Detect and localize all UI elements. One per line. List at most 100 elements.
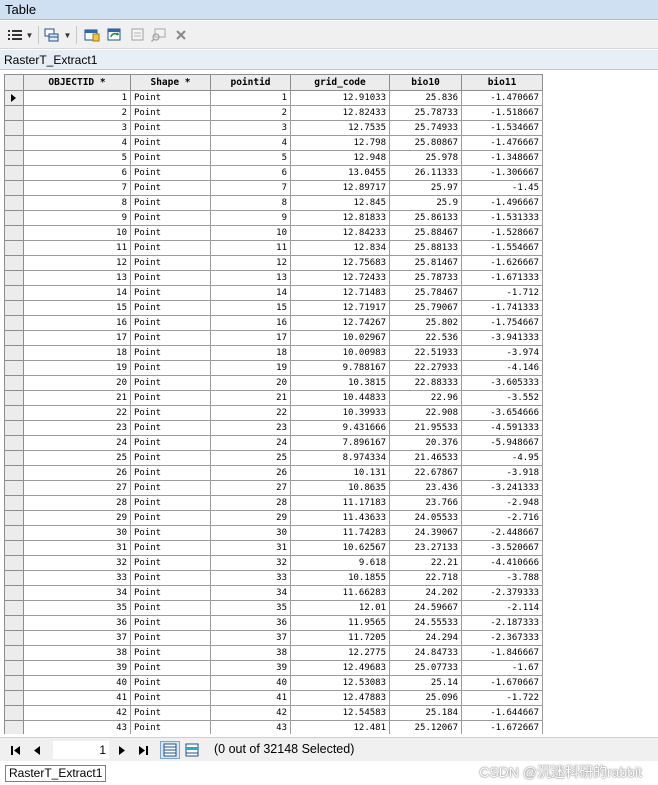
- cell-bio10[interactable]: 22.27933: [389, 360, 462, 376]
- cell-shape[interactable]: Point: [130, 585, 211, 601]
- cell-objectid[interactable]: 34: [23, 585, 131, 601]
- cell-objectid[interactable]: 6: [23, 165, 131, 181]
- table-row[interactable]: 34 Point 34 11.66283 24.202 -2.379333: [4, 585, 543, 601]
- table-row[interactable]: 27 Point 27 10.8635 23.436 -3.241333: [4, 480, 543, 496]
- cell-bio11[interactable]: -1.348667: [461, 150, 543, 166]
- row-selector[interactable]: [4, 645, 24, 661]
- table-row[interactable]: 43 Point 43 12.481 25.12067 -1.672667: [4, 720, 543, 734]
- cell-objectid[interactable]: 5: [23, 150, 131, 166]
- table-row[interactable]: 22 Point 22 10.39933 22.908 -3.654666: [4, 405, 543, 421]
- cell-objectid[interactable]: 4: [23, 135, 131, 151]
- cell-shape[interactable]: Point: [130, 705, 211, 721]
- cell-shape[interactable]: Point: [130, 690, 211, 706]
- column-header-pointid[interactable]: pointid: [210, 74, 291, 91]
- cell-shape[interactable]: Point: [130, 105, 211, 121]
- cell-bio11[interactable]: -1.722: [461, 690, 543, 706]
- cell-bio11[interactable]: -1.534667: [461, 120, 543, 136]
- cell-pointid[interactable]: 20: [210, 375, 291, 391]
- previous-record-icon[interactable]: [32, 743, 42, 757]
- cell-pointid[interactable]: 38: [210, 645, 291, 661]
- cell-grid-code[interactable]: 7.896167: [290, 435, 390, 451]
- cell-bio11[interactable]: -4.410666: [461, 555, 543, 571]
- row-selector[interactable]: [4, 195, 24, 211]
- cell-shape[interactable]: Point: [130, 420, 211, 436]
- cell-pointid[interactable]: 9: [210, 210, 291, 226]
- cell-pointid[interactable]: 39: [210, 660, 291, 676]
- column-header-shape[interactable]: Shape *: [130, 74, 211, 91]
- cell-shape[interactable]: Point: [130, 285, 211, 301]
- table-row[interactable]: 19 Point 19 9.788167 22.27933 -4.146: [4, 360, 543, 376]
- row-selector[interactable]: [4, 555, 24, 571]
- row-selector[interactable]: [4, 405, 24, 421]
- table-row[interactable]: 30 Point 30 11.74283 24.39067 -2.448667: [4, 525, 543, 541]
- row-selector[interactable]: [4, 270, 24, 286]
- cell-bio10[interactable]: 25.978: [389, 150, 462, 166]
- table-row[interactable]: 18 Point 18 10.00983 22.51933 -3.974: [4, 345, 543, 361]
- row-selector[interactable]: [4, 105, 24, 121]
- cell-pointid[interactable]: 23: [210, 420, 291, 436]
- table-row[interactable]: 11 Point 11 12.834 25.88133 -1.554667: [4, 240, 543, 256]
- cell-bio11[interactable]: -4.146: [461, 360, 543, 376]
- cell-shape[interactable]: Point: [130, 465, 211, 481]
- cell-bio11[interactable]: -5.948667: [461, 435, 543, 451]
- cell-pointid[interactable]: 34: [210, 585, 291, 601]
- row-selector[interactable]: [4, 135, 24, 151]
- cell-bio11[interactable]: -1.741333: [461, 300, 543, 316]
- cell-bio11[interactable]: -1.626667: [461, 255, 543, 271]
- table-row[interactable]: 17 Point 17 10.02967 22.536 -3.941333: [4, 330, 543, 346]
- cell-grid-code[interactable]: 12.71917: [290, 300, 390, 316]
- cell-bio10[interactable]: 25.88467: [389, 225, 462, 241]
- cell-grid-code[interactable]: 12.01: [290, 600, 390, 616]
- row-selector[interactable]: [4, 495, 24, 511]
- cell-grid-code[interactable]: 11.9565: [290, 615, 390, 631]
- current-record-field[interactable]: 1: [53, 741, 109, 759]
- cell-shape[interactable]: Point: [130, 120, 211, 136]
- cell-bio10[interactable]: 22.96: [389, 390, 462, 406]
- row-selector[interactable]: [4, 90, 24, 106]
- cell-bio10[interactable]: 24.05533: [389, 510, 462, 526]
- delete-selected-icon[interactable]: [172, 27, 190, 43]
- row-selector[interactable]: [4, 630, 24, 646]
- cell-bio11[interactable]: -4.95: [461, 450, 543, 466]
- table-row[interactable]: 35 Point 35 12.01 24.59667 -2.114: [4, 600, 543, 616]
- row-selector[interactable]: [4, 240, 24, 256]
- cell-bio10[interactable]: 24.202: [389, 585, 462, 601]
- cell-bio11[interactable]: -1.531333: [461, 210, 543, 226]
- cell-shape[interactable]: Point: [130, 240, 211, 256]
- cell-objectid[interactable]: 11: [23, 240, 131, 256]
- cell-objectid[interactable]: 33: [23, 570, 131, 586]
- row-selector[interactable]: [4, 690, 24, 706]
- switch-selection-icon[interactable]: [106, 27, 124, 43]
- table-row[interactable]: 40 Point 40 12.53083 25.14 -1.670667: [4, 675, 543, 691]
- cell-shape[interactable]: Point: [130, 675, 211, 691]
- cell-objectid[interactable]: 27: [23, 480, 131, 496]
- cell-bio11[interactable]: -2.716: [461, 510, 543, 526]
- table-row[interactable]: 14 Point 14 12.71483 25.78467 -1.712: [4, 285, 543, 301]
- table-row[interactable]: 21 Point 21 10.44833 22.96 -3.552: [4, 390, 543, 406]
- cell-shape[interactable]: Point: [130, 150, 211, 166]
- cell-grid-code[interactable]: 11.17183: [290, 495, 390, 511]
- cell-shape[interactable]: Point: [130, 720, 211, 734]
- column-header-bio11[interactable]: bio11: [461, 74, 543, 91]
- row-selector[interactable]: [4, 345, 24, 361]
- table-row[interactable]: 16 Point 16 12.74267 25.802 -1.754667: [4, 315, 543, 331]
- related-tables-icon[interactable]: [43, 27, 61, 43]
- cell-bio10[interactable]: 22.718: [389, 570, 462, 586]
- row-selector[interactable]: [4, 330, 24, 346]
- table-row[interactable]: 15 Point 15 12.71917 25.79067 -1.741333: [4, 300, 543, 316]
- table-row[interactable]: 2 Point 2 12.82433 25.78733 -1.518667: [4, 105, 543, 121]
- cell-pointid[interactable]: 37: [210, 630, 291, 646]
- cell-bio11[interactable]: -1.306667: [461, 165, 543, 181]
- cell-bio11[interactable]: -1.476667: [461, 135, 543, 151]
- cell-bio10[interactable]: 21.95533: [389, 420, 462, 436]
- row-selector[interactable]: [4, 210, 24, 226]
- cell-grid-code[interactable]: 12.74267: [290, 315, 390, 331]
- cell-grid-code[interactable]: 10.1855: [290, 570, 390, 586]
- cell-grid-code[interactable]: 12.89717: [290, 180, 390, 196]
- table-row[interactable]: 25 Point 25 8.974334 21.46533 -4.95: [4, 450, 543, 466]
- cell-objectid[interactable]: 25: [23, 450, 131, 466]
- cell-shape[interactable]: Point: [130, 510, 211, 526]
- cell-bio10[interactable]: 25.74933: [389, 120, 462, 136]
- cell-bio11[interactable]: -1.518667: [461, 105, 543, 121]
- cell-bio10[interactable]: 25.79067: [389, 300, 462, 316]
